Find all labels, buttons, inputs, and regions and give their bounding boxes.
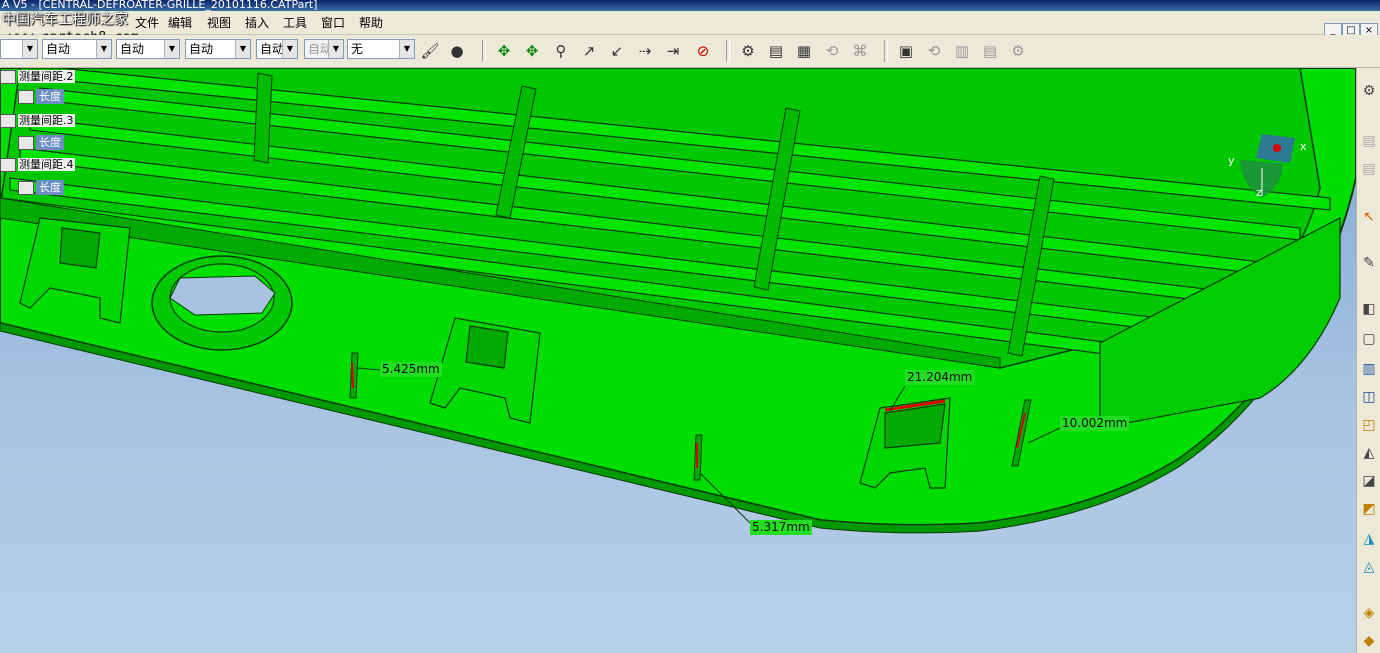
compass-axis-x: x (1300, 140, 1307, 153)
analysis-icon[interactable]: ⚙ (737, 40, 759, 62)
rotate-icon[interactable]: ✥ (521, 40, 543, 62)
measure-label[interactable]: 10.002mm (1060, 416, 1130, 431)
watermark-text: 中国汽车工程师之家 (2, 12, 128, 28)
formula-icon[interactable]: ⟲ (923, 40, 945, 62)
compass-icon[interactable]: ↗ (578, 40, 600, 62)
measure-inertia-icon[interactable]: ⊘ (692, 40, 714, 62)
menu-tools[interactable]: 工具 (283, 14, 307, 31)
menu-view[interactable]: 视图 (207, 14, 231, 31)
rendering-style-combo[interactable]: 自动 ▼ (304, 39, 344, 59)
measure-label[interactable]: 5.425mm (380, 362, 442, 377)
linewidth-combo[interactable]: 自动 ▼ (116, 39, 180, 59)
layer-combo[interactable]: 无 ▼ (347, 39, 415, 59)
linetype-combo[interactable]: 自动 ▼ (185, 39, 251, 59)
3d-viewport[interactable]: 测量间距.2 长度 测量间距.3 长度 测量间距.4 长度 5.425mm 21… (0, 68, 1356, 653)
curvature-icon[interactable]: ▦ (793, 40, 815, 62)
rib-icon[interactable]: ◭ (1360, 444, 1378, 462)
pad-icon[interactable]: ◧ (1360, 300, 1378, 318)
draft-analysis-icon[interactable]: ▤ (765, 40, 787, 62)
snap-icon[interactable]: ⚲ (550, 40, 572, 62)
rules-icon[interactable]: ▤ (979, 40, 1001, 62)
gear-icon[interactable]: ⚙ (1360, 82, 1378, 100)
parameter-icon (18, 136, 34, 150)
paint-icon[interactable]: 🖌 (419, 40, 441, 62)
hole-icon[interactable]: ◰ (1360, 416, 1378, 434)
knowledge-icon[interactable]: ▣ (895, 40, 917, 62)
transparency-combo[interactable]: 自动 ▼ (42, 39, 112, 59)
part-geometry (0, 68, 1356, 534)
pocket-icon[interactable]: ▢ (1360, 330, 1378, 348)
measure-icon (0, 70, 16, 84)
material-icon[interactable]: ● (446, 40, 468, 62)
groove-icon[interactable]: ◫ (1360, 388, 1378, 406)
fillet-icon[interactable]: ◪ (1360, 472, 1378, 490)
toolbar-separator (726, 40, 730, 62)
check-icon[interactable]: ⚙ (1007, 40, 1029, 62)
parameter-icon (18, 90, 34, 104)
toolbar-separator (482, 40, 486, 62)
measure-icon[interactable]: ▤ (1360, 132, 1378, 150)
sketch-icon[interactable]: ✎ (1360, 254, 1378, 272)
tree-node-measure-3[interactable]: 测量间距.3 (0, 112, 75, 128)
shell-icon[interactable]: ◬ (1360, 558, 1378, 576)
tree-node-length[interactable]: 长度 (18, 179, 64, 195)
parameter-icon (18, 181, 34, 195)
title-bar: A V5 - [CENTRAL-DEFROATER-GRILLE_2010111… (0, 0, 1380, 11)
measure-icon[interactable]: ▤ (1360, 160, 1378, 178)
pointer-icon[interactable]: ↖ (1360, 208, 1378, 226)
tree-node-measure-2[interactable]: 测量间距.2 (0, 68, 75, 84)
measure-icon (0, 114, 16, 128)
measure-item-icon[interactable]: ⇥ (662, 40, 684, 62)
toolbar-separator (884, 40, 888, 62)
boss-slot (169, 275, 276, 316)
measure-icon (0, 158, 16, 172)
shaft-icon[interactable]: ▥ (1360, 360, 1378, 378)
tree-node-length[interactable]: 长度 (18, 88, 64, 104)
measure-label[interactable]: 21.204mm (905, 370, 975, 385)
menu-bar: 文件 编辑 视图 插入 工具 窗口 帮助 _ □ × (0, 11, 1380, 41)
tree-node-measure-4[interactable]: 测量间距.4 (0, 156, 75, 172)
table-icon[interactable]: ▥ (951, 40, 973, 62)
point-symbol-combo[interactable]: 自动 ▼ (256, 39, 298, 59)
measure-label[interactable]: 5.317mm (750, 520, 812, 535)
color-combo[interactable]: ▼ (0, 39, 38, 59)
tree-node-length[interactable]: 长度 (18, 134, 64, 150)
menu-file[interactable]: 文件 (135, 14, 159, 31)
chamfer-icon[interactable]: ◩ (1360, 500, 1378, 518)
normal-view-icon[interactable]: ↙ (606, 40, 628, 62)
graphic-properties-toolbar: ▼ 自动 ▼ 自动 ▼ 自动 ▼ 自动 ▼ 自动 ▼ 无 ▼ 🖌 ● ✥ ✥ ⚲ ↗ ↙ ⇢… (0, 35, 1380, 68)
menu-edit[interactable]: 编辑 (168, 14, 192, 31)
menu-window[interactable]: 窗口 (321, 14, 345, 31)
thickness-icon[interactable]: ◈ (1360, 604, 1378, 622)
right-toolbar: ⚙ ▤ ▤ ↖ ✎ ◧ ▢ ▥ ◫ ◰ ◭ ◪ ◩ ◮ ◬ ◈ ◆ (1356, 68, 1380, 653)
menu-insert[interactable]: 插入 (245, 14, 269, 31)
draft-icon[interactable]: ◮ (1360, 530, 1378, 548)
catalog-icon[interactable]: ⟲ (821, 40, 843, 62)
boolean-icon[interactable]: ◆ (1360, 632, 1378, 650)
compass-axis-z: z (1256, 186, 1262, 199)
move-icon[interactable]: ✥ (493, 40, 515, 62)
replace-icon[interactable]: ⌘ (849, 40, 871, 62)
measure-between-icon[interactable]: ⇢ (634, 40, 656, 62)
compass-axis-y: y (1228, 154, 1235, 167)
menu-help[interactable]: 帮助 (359, 14, 383, 31)
